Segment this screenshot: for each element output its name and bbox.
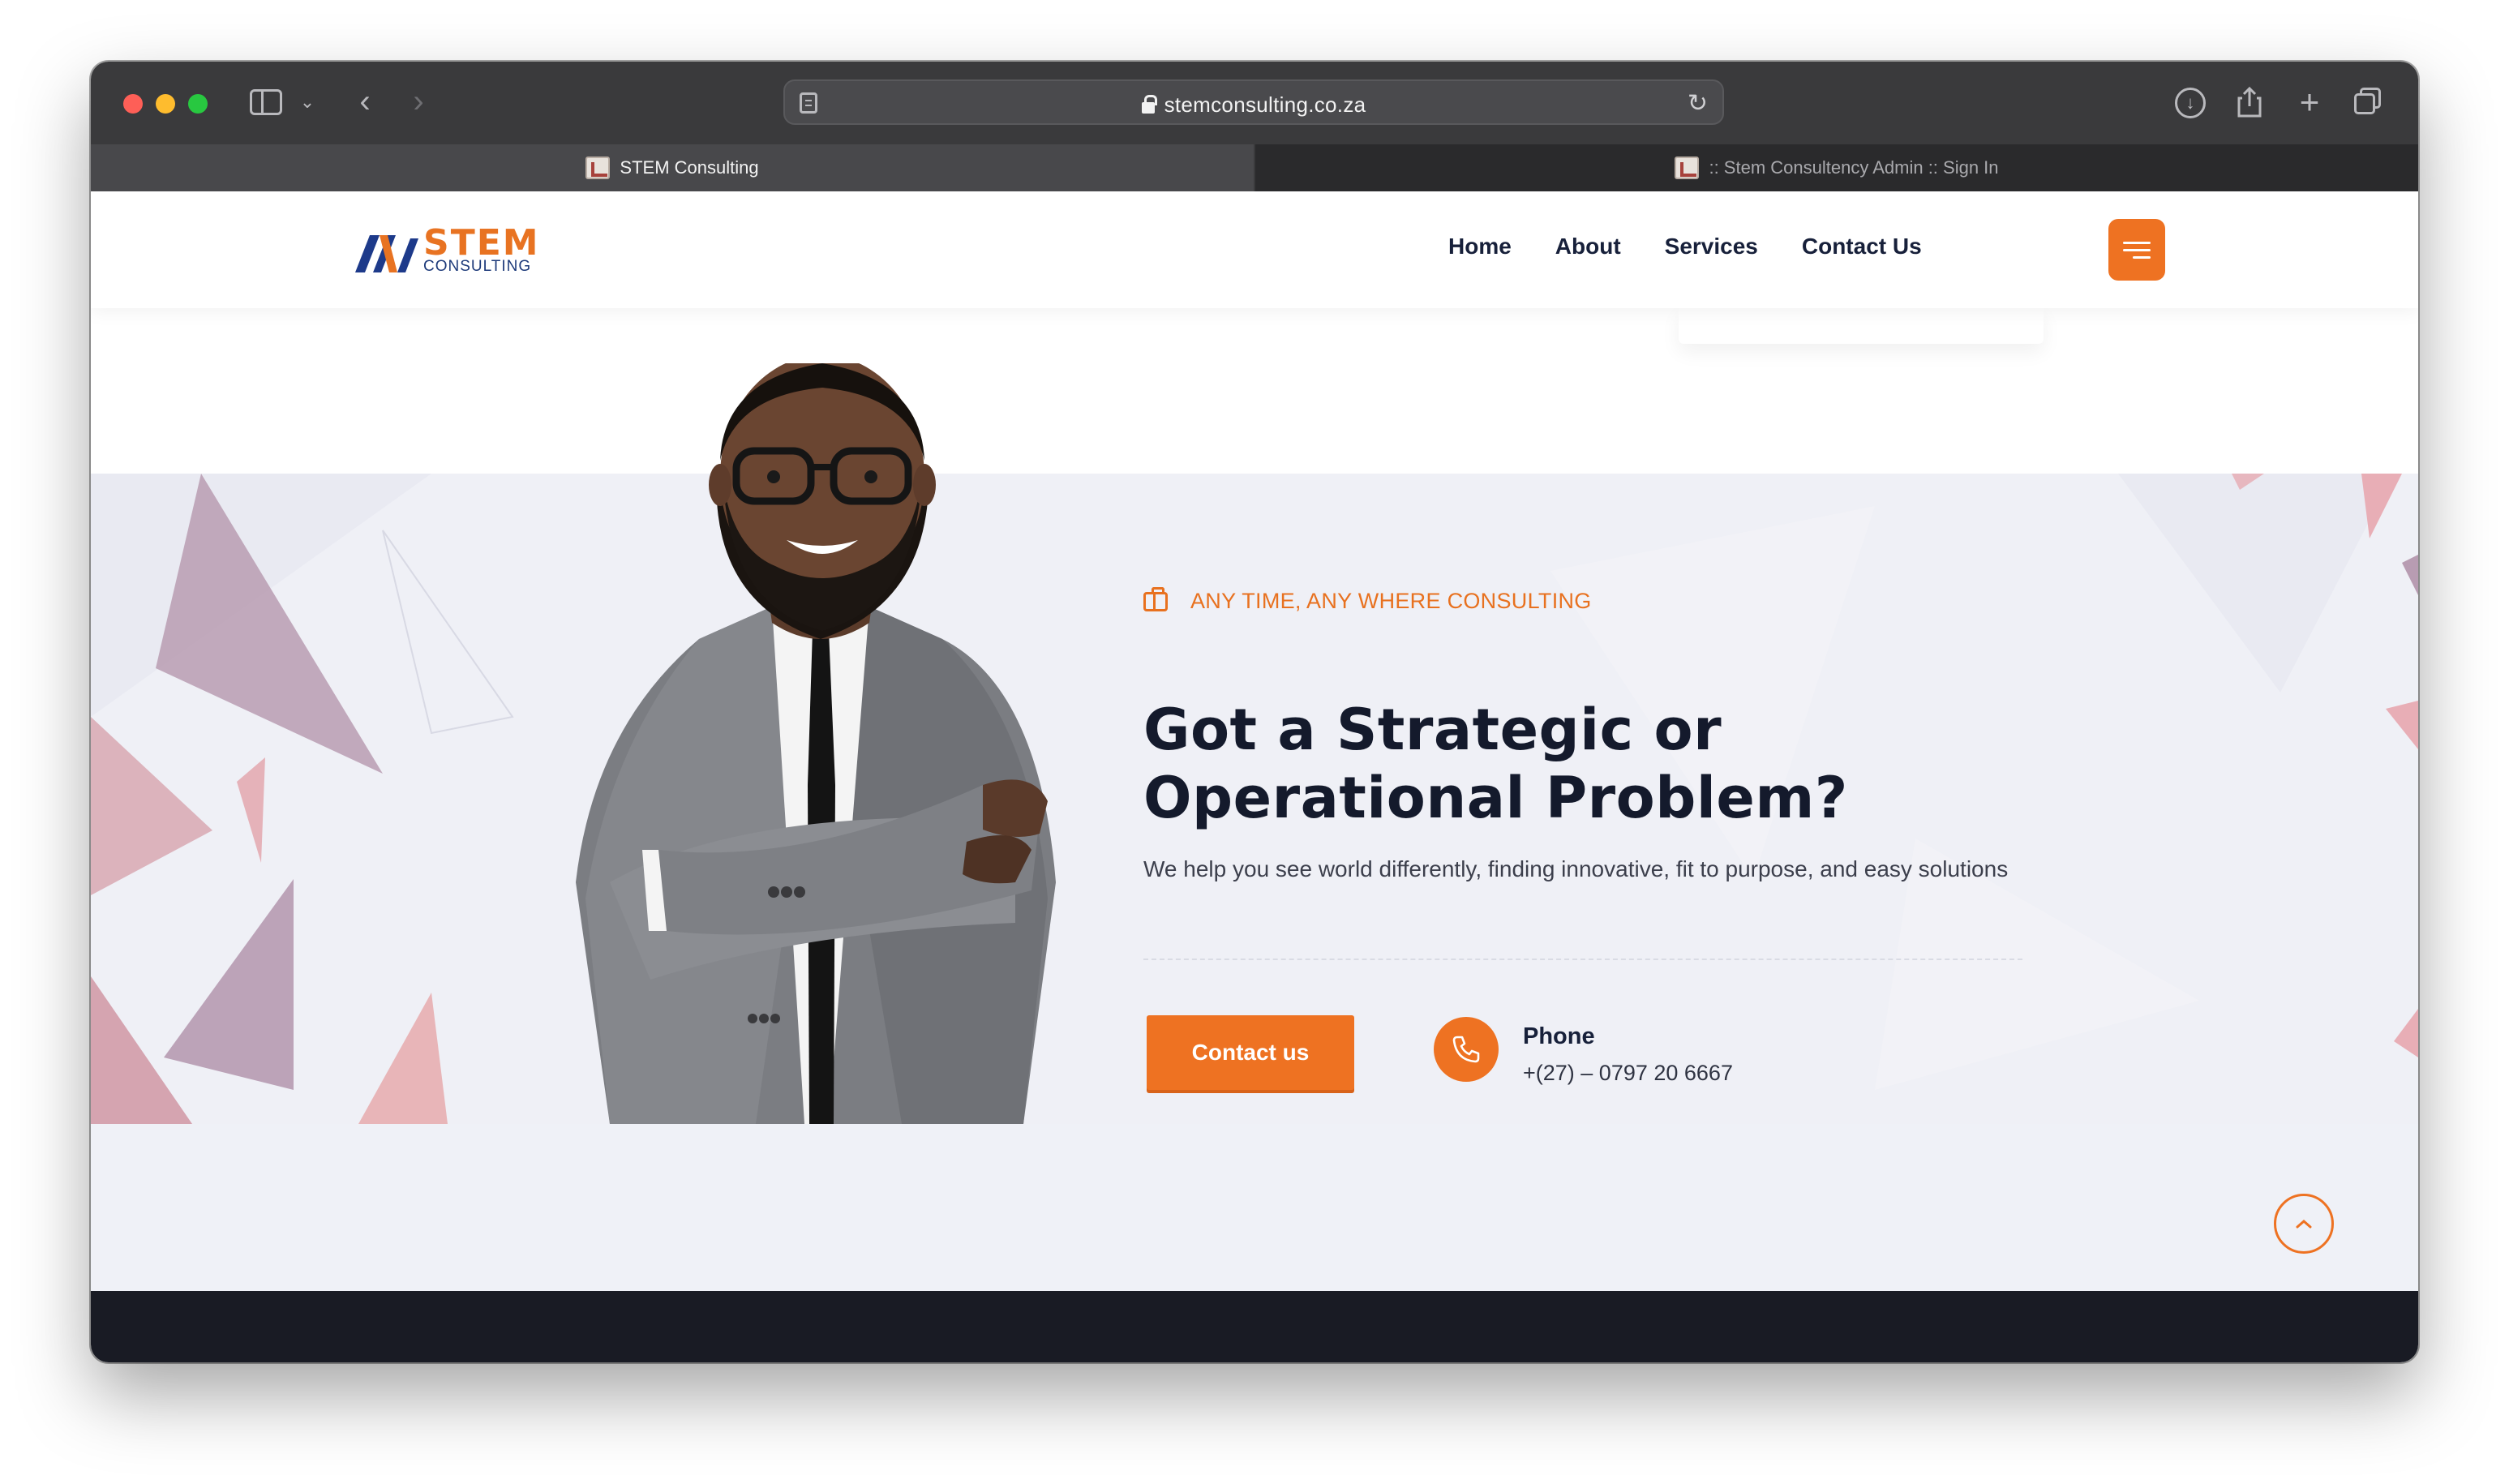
consultant-portrait [576, 363, 1056, 1124]
chevron-down-icon[interactable]: ⌄ [295, 89, 320, 115]
menu-line [2123, 248, 2151, 251]
footer-strip [91, 1291, 2418, 1362]
reload-icon[interactable]: ↻ [1688, 89, 1708, 118]
site-header: STEM CONSULTING Home About Services Cont… [91, 191, 2418, 308]
site-favicon-icon [585, 157, 611, 179]
briefcase-icon [1143, 586, 1168, 611]
site-favicon-icon [1675, 157, 1700, 179]
hero-subtext: We help you see world differently, findi… [1143, 856, 2009, 881]
contact-us-button[interactable]: Contact us [1147, 1015, 1354, 1090]
browser-toolbar: ⌄ ‹ › stemconsulting.co.za ↻ ↓ + [91, 62, 2418, 144]
dropdown-shadow-panel [1679, 308, 2044, 344]
phone-icon[interactable] [1434, 1017, 1499, 1082]
close-window-button[interactable] [123, 94, 143, 114]
url-display[interactable]: stemconsulting.co.za [785, 92, 1722, 118]
tab-admin-sign-in[interactable]: :: Stem Consultency Admin :: Sign In [1255, 144, 2418, 191]
phone-number[interactable]: +(27) – 0797 20 6667 [1523, 1061, 1733, 1086]
lock-icon [1141, 95, 1157, 114]
nav-about[interactable]: About [1555, 234, 1621, 259]
back-arrow-icon[interactable]: ‹ [349, 83, 381, 120]
share-icon[interactable] [2232, 84, 2267, 120]
tab-stem-consulting[interactable]: STEM Consulting [91, 144, 1254, 191]
lower-section [91, 1124, 2418, 1291]
main-nav: Home About Services Contact Us [1448, 234, 1966, 259]
headline-line-1: Got a Strategic or [1143, 697, 1722, 763]
logo-subtitle: CONSULTING [423, 258, 532, 275]
address-bar[interactable]: stemconsulting.co.za ↻ [783, 79, 1724, 125]
logo-mark-icon [355, 235, 418, 272]
hamburger-menu-button[interactable] [2108, 219, 2165, 281]
forward-arrow-icon[interactable]: › [402, 83, 435, 120]
nav-contact-us[interactable]: Contact Us [1802, 234, 1922, 259]
zoom-window-button[interactable] [188, 94, 208, 114]
tab-title: STEM Consulting [620, 157, 759, 178]
chevron-up-icon [2296, 1220, 2312, 1229]
phone-icon-shape [1452, 1036, 1480, 1063]
sidebar-toggle-icon[interactable] [250, 89, 282, 115]
hero-divider [1143, 959, 2022, 960]
headline-line-2: Operational Problem? [1143, 765, 1848, 831]
web-page: STEM CONSULTING Home About Services Cont… [91, 191, 2418, 1362]
browser-window: ⌄ ‹ › stemconsulting.co.za ↻ ↓ + STEM Co… [91, 62, 2418, 1362]
share-icon-shape [2237, 87, 2262, 118]
hero-headline: Got a Strategic or Operational Problem? [1143, 696, 1873, 832]
tab-overview-icon[interactable] [2350, 84, 2386, 120]
tagline-text: ANY TIME, ANY WHERE CONSULTING [1190, 589, 1592, 613]
download-icon[interactable]: ↓ [2175, 88, 2206, 118]
menu-line [2123, 241, 2151, 244]
tab-title: :: Stem Consultency Admin :: Sign In [1709, 157, 1999, 178]
url-text: stemconsulting.co.za [1164, 92, 1366, 117]
new-tab-plus-icon[interactable]: + [2292, 83, 2327, 121]
tab-bar: STEM Consulting :: Stem Consultency Admi… [91, 144, 2418, 191]
scroll-to-top-button[interactable] [2274, 1194, 2334, 1254]
minimize-window-button[interactable] [156, 94, 175, 114]
hero-tagline: ANY TIME, ANY WHERE CONSULTING [1143, 586, 1592, 614]
nav-services[interactable]: Services [1665, 234, 1758, 259]
nav-home[interactable]: Home [1448, 234, 1512, 259]
menu-line [2133, 255, 2151, 259]
phone-label: Phone [1523, 1023, 1595, 1049]
site-logo[interactable]: STEM CONSULTING [355, 222, 542, 279]
